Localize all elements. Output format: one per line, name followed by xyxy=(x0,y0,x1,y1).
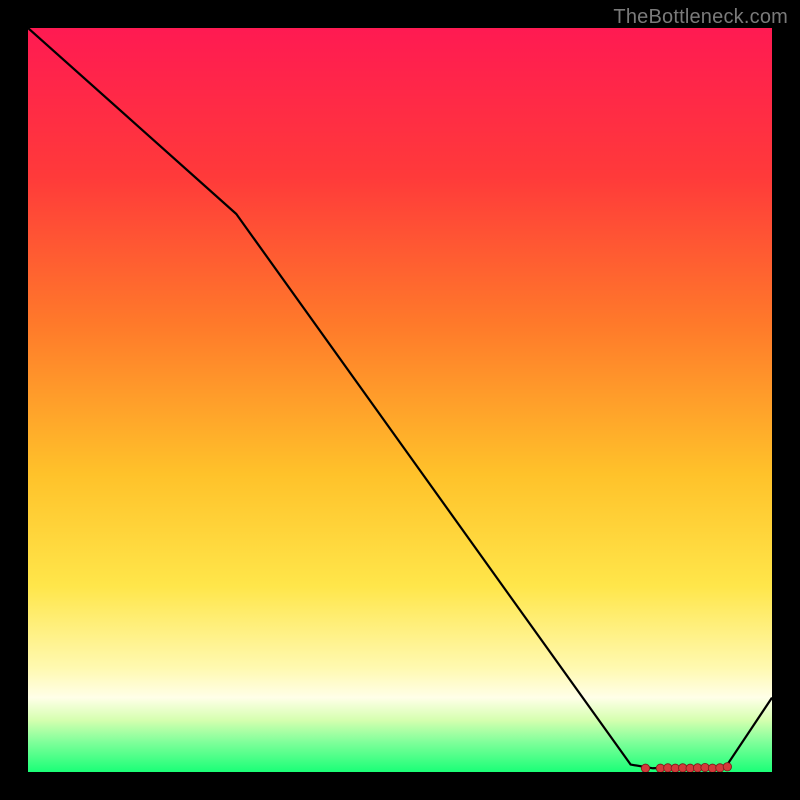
bottleneck-chart xyxy=(28,28,772,772)
chart-container xyxy=(28,28,772,772)
app-frame: TheBottleneck.com xyxy=(0,0,800,800)
marker-point xyxy=(716,764,724,772)
marker-point xyxy=(723,763,731,771)
attribution-label: TheBottleneck.com xyxy=(613,6,788,29)
marker-point xyxy=(641,764,649,772)
chart-background xyxy=(28,28,772,772)
